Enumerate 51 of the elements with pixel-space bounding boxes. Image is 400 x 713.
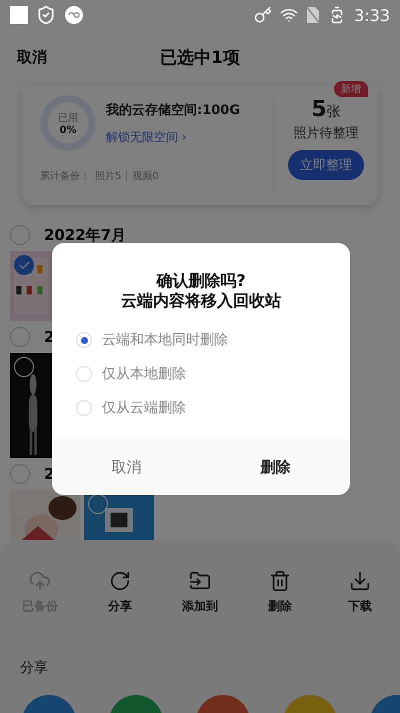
- check-icon: [18, 258, 30, 272]
- cancel-link[interactable]: 取消: [17, 48, 47, 67]
- share-section-title: 分享: [20, 659, 49, 677]
- group-select-checkbox[interactable]: [10, 327, 30, 347]
- group-select-checkbox[interactable]: [10, 464, 30, 484]
- delete-button[interactable]: 删除: [201, 439, 350, 495]
- action-button[interactable]: 下载: [325, 570, 395, 615]
- group-select-checkbox[interactable]: [10, 225, 30, 245]
- pending-count: 5: [311, 97, 327, 122]
- used-percent: 0%: [60, 124, 76, 136]
- action-button[interactable]: 分享: [85, 570, 155, 615]
- action-button[interactable]: 删除: [245, 570, 315, 615]
- app-icon: [64, 5, 84, 25]
- new-badge: 新增: [334, 81, 368, 97]
- key-icon: [254, 6, 272, 24]
- no-sim-icon: [306, 6, 320, 24]
- page-title: 已选中1项: [160, 47, 240, 69]
- share-icon: [109, 570, 131, 592]
- backup-label: 累计备份：: [40, 170, 90, 183]
- dialog-title: 确认删除吗?: [156, 271, 246, 291]
- delete-option[interactable]: 仅从本地删除: [76, 363, 350, 385]
- clock-time: 3:33: [354, 6, 390, 24]
- wifi-icon: [280, 6, 298, 24]
- storage-title: 我的云存储空间:100G: [106, 102, 240, 118]
- radio-button[interactable]: [76, 332, 92, 348]
- option-label: 云端和本地同时删除: [102, 331, 228, 349]
- delete-option[interactable]: 云端和本地同时删除: [76, 329, 350, 351]
- trash-icon: [269, 570, 291, 592]
- count-unit: 张: [326, 103, 341, 121]
- option-label: 仅从本地删除: [102, 365, 186, 383]
- unlock-link[interactable]: 解锁无限空间 ›: [106, 128, 240, 146]
- photo-count: 照片5: [95, 170, 122, 183]
- download-icon: [349, 570, 371, 592]
- organize-button[interactable]: 立即整理: [288, 150, 364, 180]
- folder-icon: [189, 570, 211, 592]
- cancel-button[interactable]: 取消: [52, 439, 201, 495]
- shield-icon: [36, 5, 56, 25]
- action-button[interactable]: 添加到: [165, 570, 235, 615]
- option-label: 仅从云端删除: [102, 399, 186, 417]
- video-count: 视频0: [132, 170, 159, 183]
- used-label: 已用: [58, 112, 78, 124]
- radio-button[interactable]: [76, 366, 92, 382]
- group-date: 2022年7月: [44, 226, 126, 244]
- pending-label: 照片待整理: [294, 125, 358, 142]
- cloud-upload-icon: [29, 570, 51, 592]
- photo-checkbox[interactable]: [14, 494, 34, 514]
- radio-button[interactable]: [76, 400, 92, 416]
- dialog-title: 云端内容将移入回收站: [121, 291, 281, 311]
- photo-checkbox[interactable]: [14, 357, 34, 377]
- delete-option[interactable]: 仅从云端删除: [76, 397, 350, 419]
- notification-icon: [10, 6, 28, 24]
